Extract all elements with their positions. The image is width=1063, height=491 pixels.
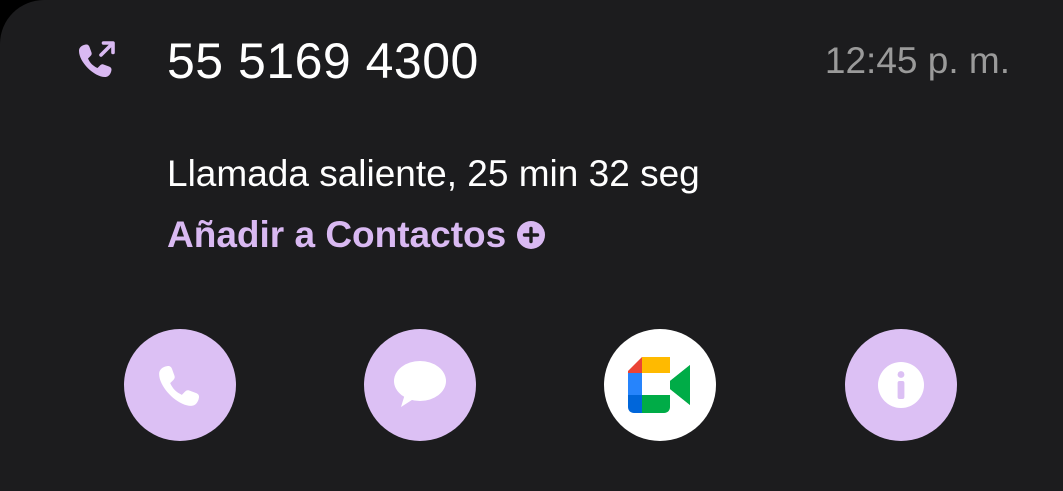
phone-number: 55 5169 4300 [167,33,479,89]
action-buttons [124,329,957,441]
call-detail: Llamada saliente, 25 min 32 seg [167,153,700,194]
call-button[interactable] [124,329,236,441]
add-to-contacts-link[interactable]: Añadir a Contactos [167,210,546,260]
info-button[interactable] [845,329,957,441]
add-to-contacts-label: Añadir a Contactos [167,214,507,255]
call-log-card: 55 5169 4300 12:45 p. m. Llamada salient… [0,0,1063,491]
chat-bubble-icon [394,361,446,407]
outgoing-call-icon [79,41,115,77]
google-meet-icon [628,357,690,413]
call-time: 12:45 p. m. [824,40,1010,81]
plus-circle-icon [517,221,546,249]
message-button[interactable] [364,329,476,441]
video-call-button[interactable] [604,329,716,441]
info-icon [878,362,924,408]
phone-icon [159,365,200,406]
